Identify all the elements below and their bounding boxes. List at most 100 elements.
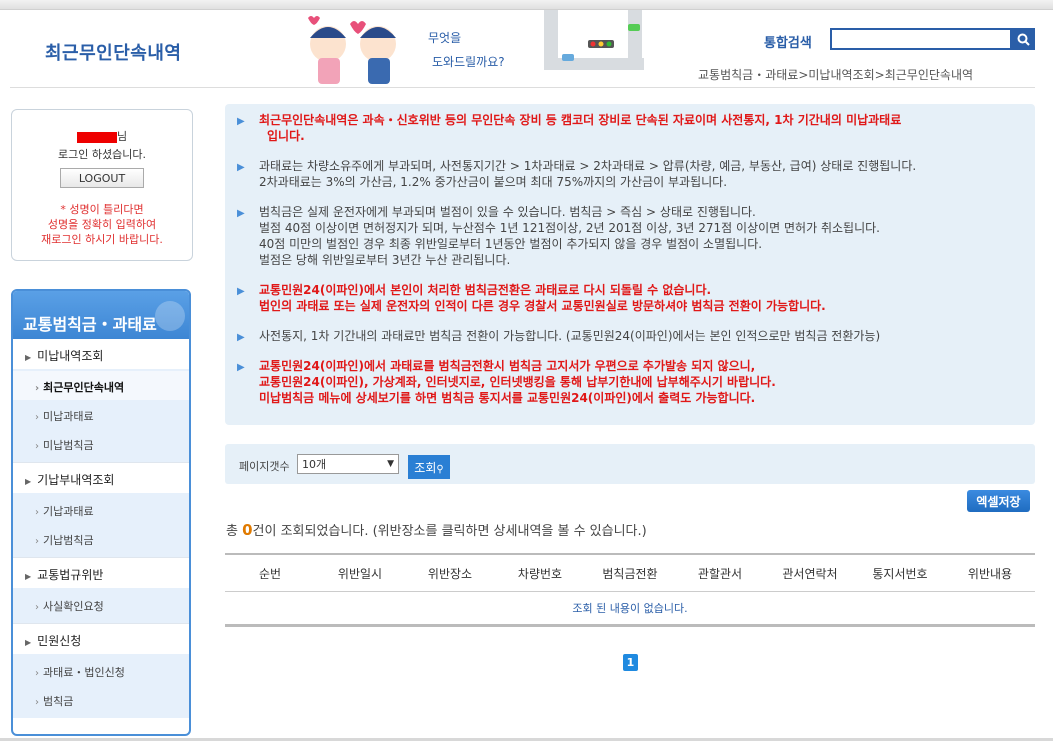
triangle-right-icon: ▶ [237,208,245,219]
sidebar-submenu: › 사실확인요청 [13,588,189,623]
chevron-right-icon: › [35,383,40,394]
triangle-right-icon: ▶ [237,332,245,343]
column-header: 위반일시 [337,567,383,581]
sidebar-title-text: 교통범칙금・과태료 [23,315,157,334]
login-warning-line: 재로그인 하시기 바랍니다. [41,233,163,246]
column-header: 순번 [258,567,282,581]
result-prefix: 총 [226,524,238,539]
notice-line: 교통민원24(이파인)에서 과태료를 범칙금전환시 범칙금 고지서가 우편으로 … [259,359,756,373]
chevron-right-icon: › [35,536,39,547]
search-input[interactable] [830,28,1012,50]
chevron-right-icon: › [35,507,39,518]
triangle-right-icon: ▶ [237,286,245,297]
login-warning-line: * 성명이 틀리다면 [60,203,144,216]
redacted-name [76,131,117,143]
top-strip [0,0,1053,10]
page-size-select[interactable]: 10개 ▼ [297,454,399,474]
sidebar-subitem-penalty-request[interactable]: › 범칙금 [13,685,189,714]
notice-item: ▶ 과태료는 차량소유주에게 부과되며, 사전통지기간 > 1차과태료 > 2차… [237,158,1023,190]
page-title: 최근무인단속내역 [45,43,182,64]
sidebar-item-violation[interactable]: ▶ 교통법규위반 [13,558,189,588]
notice-item: ▶ 사전통지, 1차 기간내의 과태료만 범칙금 전환이 가능합니다. (교통민… [237,328,1023,344]
notice-item: ▶ 최근무인단속내역은 과속・신호위반 등의 무인단속 장비 등 캠코더 장비로… [237,112,1023,144]
breadcrumb-separator: > [798,68,809,82]
search-button[interactable] [1012,28,1035,50]
filter-bar: 페이지갯수 10개 ▼ 조회⚲ [225,444,1035,484]
header-divider [10,87,1035,88]
logout-button[interactable]: LOGOUT [60,168,144,188]
column-header: 위반장소 [427,567,473,581]
page-number-current[interactable]: 1 [623,654,638,671]
sidebar-group: ▶ 민원신청 › 과태료・법인신청 › 범칙금 [13,624,189,718]
notice-line: 최근무인단속내역은 과속・신호위반 등의 무인단속 장비 등 캠코더 장비로 단… [259,113,902,127]
sidebar-subitem-unpaid-penalty[interactable]: › 미납범칙금 [13,429,189,458]
result-suffix: 건이 조회되었습니다. (위반장소를 클릭하면 상세내역을 볼 수 있습니다.) [252,524,647,539]
breadcrumb-item-current: 최근무인단속내역 [884,68,974,82]
triangle-right-icon: ▶ [25,572,32,581]
login-warning: * 성명이 틀리다면 성명을 정확히 입력하여 재로그인 하시기 바랍니다. [12,202,192,247]
page-size-value: 10개 [302,458,327,471]
login-box: 님 로그인 하셨습니다. LOGOUT * 성명이 틀리다면 성명을 정확히 입… [11,109,193,261]
notice-item: ▶ 범칙금은 실제 운전자에게 부과되며 벌점이 있을 수 있습니다. 범칙금 … [237,204,1023,268]
sidebar-subitem-paid-fine[interactable]: › 기납과태료 [13,495,189,524]
sidebar-subitem-label: 과태료・법인신청 [43,666,125,679]
sidebar-item-paid-lookup[interactable]: ▶ 기납부내역조회 [13,463,189,493]
sidebar-subitem-fine-corp-request[interactable]: › 과태료・법인신청 [13,656,189,685]
triangle-right-icon: ▶ [237,116,245,127]
excel-save-button[interactable]: 엑셀저장 [967,490,1030,512]
table-empty-message: 조회 된 내용이 없습니다. [572,602,688,615]
triangle-right-icon: ▶ [25,353,32,362]
breadcrumb-item[interactable]: 교통범칙금・과태료 [698,68,798,82]
notice-box: ▶ 최근무인단속내역은 과속・신호위반 등의 무인단속 장비 등 캠코더 장비로… [225,104,1035,425]
sidebar-subitem-label: 기납범칙금 [43,534,94,547]
sidebar-subitem-unpaid-fine[interactable]: › 미납과태료 [13,400,189,429]
sidebar-item-label: 기납부내역조회 [37,473,115,487]
sidebar-group: ▶ 기납부내역조회 › 기납과태료 › 기납범칙금 [13,463,189,558]
sidebar-subitem-label: 미납범칙금 [43,439,94,452]
column-header: 관서연락처 [782,567,838,581]
login-warning-line: 성명을 정확히 입력하여 [47,218,157,231]
mascot-illustration: 무엇을 도와드릴까요? [308,10,644,84]
sidebar-subitem-recent-unmanned[interactable]: › 최근무인단속내역 [13,371,189,400]
table-top-border [225,553,1035,555]
sidebar-item-label: 민원신청 [37,634,82,648]
query-button[interactable]: 조회⚲ [408,455,450,479]
notice-line: 벌점은 당해 위반일로부터 3년간 누산 관리됩니다. [259,253,511,267]
sidebar-item-unpaid-lookup[interactable]: ▶ 미납내역조회 [13,339,189,369]
mascot-text-2: 도와드릴까요? [432,55,505,69]
sidebar-title-decoration [155,301,185,331]
sidebar-submenu: › 과태료・법인신청 › 범칙금 [13,654,189,718]
table-header: 순번 위반일시 위반장소 차량번호 범칙금전환 관할관서 관서연락처 통지서번호… [225,556,1035,592]
column-header: 관할관서 [697,567,743,581]
sidebar-subitem-label: 범칙금 [43,695,74,708]
notice-line: 범칙금은 실제 운전자에게 부과되며 벌점이 있을 수 있습니다. 범칙금 > … [259,205,756,219]
triangle-right-icon: ▶ [237,362,245,373]
mascot-text-1: 무엇을 [428,31,461,45]
sidebar-item-label: 교통법규위반 [37,568,104,582]
sidebar-subitem-fact-check[interactable]: › 사실확인요청 [13,590,189,619]
search-icon: ⚲ [436,463,444,475]
user-name: 님 [12,128,192,144]
sidebar-item-label: 미납내역조회 [37,349,104,363]
sidebar-item-civil-request[interactable]: ▶ 민원신청 [13,624,189,654]
breadcrumb-separator: > [874,68,885,82]
sidebar-group: ▶ 미납내역조회 › 최근무인단속내역 › 미납과태료 › 미납범칙금 [13,339,189,463]
breadcrumb: 교통범칙금・과태료>미납내역조회>최근무인단속내역 [698,66,973,83]
user-name-suffix: 님 [116,130,128,143]
sidebar-submenu: › 최근무인단속내역 › 미납과태료 › 미납범칙금 [13,369,189,462]
sidebar-subitem-paid-penalty[interactable]: › 기납범칙금 [13,524,189,553]
column-header: 범칙금전환 [602,567,658,581]
notice-line: 사전통지, 1차 기간내의 과태료만 범칙금 전환이 가능합니다. (교통민원2… [259,329,881,343]
column-header: 위반내용 [967,567,1013,581]
chevron-right-icon: › [35,602,39,613]
notice-line: 벌점 40점 이상이면 면허정지가 되며, 누산점수 1년 121점이상, 2년… [259,221,880,235]
chevron-down-icon: ▼ [387,459,394,469]
chevron-right-icon: › [35,441,39,452]
header: 최근무인단속내역 무엇을 도와드릴까요? 통합검색 교통범칙금・과태료>미납내역… [0,10,1053,90]
notice-line: 미납범칙금 메뉴에 상세보기를 하면 범칙금 통지서를 교통민원24(이파인)에… [259,391,756,405]
page-size-label: 페이지갯수 [239,460,290,473]
chevron-right-icon: › [35,668,39,679]
table-bottom-border [225,624,1035,627]
sidebar-nav: 교통범칙금・과태료 ▶ 미납내역조회 › 최근무인단속내역 › 미납과태료 › 미납범칙… [11,289,191,736]
breadcrumb-item[interactable]: 미납내역조회 [808,68,874,82]
